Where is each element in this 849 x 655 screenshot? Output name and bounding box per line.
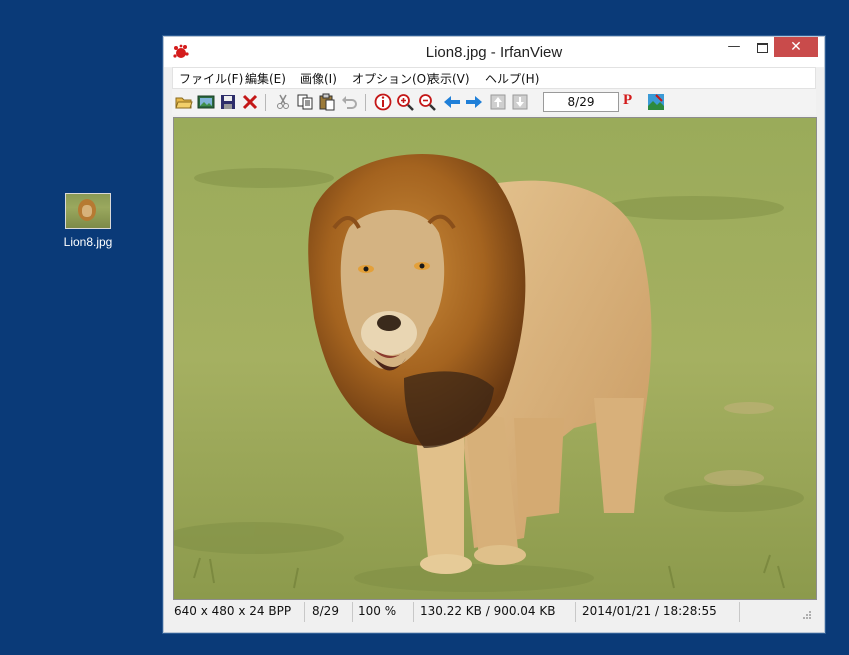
menu-bar: ファイル(F) 編集(E) 画像(I) オプション(O) 表示(V) ヘルプ(H… [172, 67, 816, 89]
menu-options[interactable]: オプション(O) [352, 70, 431, 87]
status-divider [413, 602, 414, 622]
paste-icon[interactable] [318, 93, 336, 111]
status-zoom: 100 % [358, 604, 397, 618]
status-bar: 640 x 480 x 24 BPP 8/29 100 % 130.22 KB … [172, 600, 816, 624]
title-bar[interactable]: Lion8.jpg - IrfanView — ✕ [164, 37, 824, 67]
zoom-in-icon[interactable] [396, 93, 414, 111]
status-filesize: 130.22 KB / 900.04 KB [420, 604, 556, 618]
status-index: 8/29 [312, 604, 339, 618]
lion-thumbnail [65, 193, 111, 229]
toolbar-separator [365, 94, 366, 111]
resize-grip-icon[interactable] [802, 610, 812, 620]
status-divider [739, 602, 740, 622]
close-button[interactable]: ✕ [774, 37, 818, 57]
first-image-icon[interactable] [489, 93, 507, 111]
desktop-file-icon[interactable]: Lion8.jpg [54, 193, 122, 249]
irfanview-window: Lion8.jpg - IrfanView — ✕ ファイル(F) 編集(E) … [163, 36, 825, 633]
page-indicator[interactable]: 8/29 [543, 92, 619, 112]
menu-edit[interactable]: 編集(E) [245, 70, 286, 87]
maximize-icon [756, 43, 768, 53]
status-divider [352, 602, 353, 622]
maximize-button[interactable] [748, 37, 776, 57]
slideshow-icon[interactable] [197, 93, 215, 111]
menu-image[interactable]: 画像(I) [300, 70, 337, 87]
last-image-icon[interactable] [511, 93, 529, 111]
toolbar-separator [265, 94, 266, 111]
desktop-file-label: Lion8.jpg [63, 235, 113, 249]
save-icon[interactable] [219, 93, 237, 111]
next-arrow-icon[interactable] [465, 93, 483, 111]
image-canvas[interactable] [173, 117, 817, 600]
zoom-out-icon[interactable] [418, 93, 436, 111]
previous-arrow-icon[interactable] [443, 93, 461, 111]
print-icon[interactable]: P [623, 92, 632, 109]
paint-icon[interactable] [647, 93, 665, 111]
info-icon[interactable] [374, 93, 392, 111]
undo-icon[interactable] [340, 93, 358, 111]
minimize-button[interactable]: — [720, 37, 748, 57]
menu-view[interactable]: 表示(V) [428, 70, 470, 87]
copy-icon[interactable] [296, 93, 314, 111]
cut-icon[interactable] [274, 93, 292, 111]
menu-file[interactable]: ファイル(F) [179, 70, 243, 87]
toolbar: 8/29 P [172, 89, 816, 115]
status-dimensions: 640 x 480 x 24 BPP [174, 604, 292, 618]
lion-photo [174, 118, 816, 599]
status-divider [304, 602, 305, 622]
menu-help[interactable]: ヘルプ(H) [485, 70, 539, 87]
status-divider [575, 602, 576, 622]
open-folder-icon[interactable] [175, 93, 193, 111]
status-datetime: 2014/01/21 / 18:28:55 [582, 604, 717, 618]
delete-icon[interactable] [241, 93, 259, 111]
